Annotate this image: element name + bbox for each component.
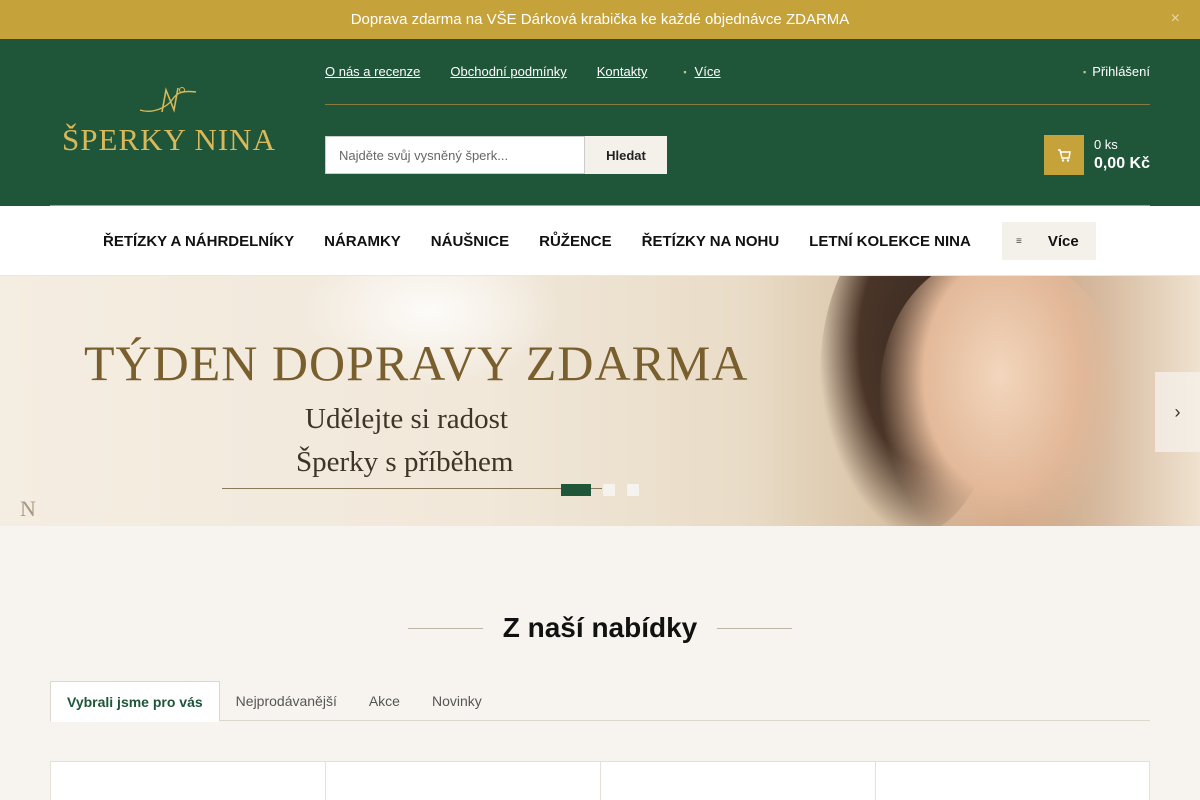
- hero-subtitle-1: Udělejte si radost: [305, 403, 508, 435]
- product-card[interactable]: [325, 761, 600, 800]
- product-tabs: Vybrali jsme pro vás Nejprodávanější Akc…: [50, 681, 1150, 722]
- tab-bestsellers[interactable]: Nejprodávanější: [220, 681, 353, 721]
- nav-item-bracelets[interactable]: NÁRAMKY: [309, 233, 416, 250]
- cart-price: 0,00 Kč: [1093, 155, 1150, 172]
- section-heading: Z naší nabídky: [0, 612, 1200, 644]
- nav-item-chains-necklaces[interactable]: ŘETÍZKY A NÁHRDELNÍKY: [88, 233, 309, 250]
- slider-next-button[interactable]: ›: [1155, 372, 1200, 452]
- chevron-right-icon: ›: [1174, 401, 1181, 422]
- section-title: Z naší nabídky: [502, 612, 698, 643]
- logo-emblem-icon: [139, 87, 197, 113]
- nav-item-summer-collection[interactable]: LETNÍ KOLEKCE NINA: [794, 233, 986, 250]
- login-link[interactable]: ▪ Přihlášení: [1083, 64, 1150, 79]
- hero-monogram: N: [20, 496, 36, 521]
- main-nav: ŘETÍZKY A NÁHRDELNÍKY NÁRAMKY NÁUŠNICE R…: [0, 206, 1200, 276]
- cart[interactable]: 0 ks 0,00 Kč: [1043, 135, 1150, 175]
- hero-title: TÝDEN DOPRAVY ZDARMA: [84, 335, 749, 391]
- tab-new[interactable]: Novinky: [416, 681, 498, 721]
- top-links-more[interactable]: ▪ Více: [683, 64, 720, 79]
- announcement-text: Doprava zdarma na VŠE Dárková krabička k…: [350, 11, 850, 28]
- nav-item-earrings[interactable]: NÁUŠNICE: [416, 233, 524, 250]
- main-nav-items: ŘETÍZKY A NÁHRDELNÍKY NÁRAMKY NÁUŠNICE R…: [88, 206, 986, 276]
- user-icon: ▪: [1082, 66, 1087, 77]
- search-form: Hledat: [325, 136, 667, 174]
- hero-banner[interactable]: TÝDEN DOPRAVY ZDARMA Udělejte si radost …: [0, 276, 1200, 526]
- cart-icon[interactable]: [1043, 135, 1084, 175]
- logo[interactable]: ŠPERKY NINA: [62, 84, 276, 164]
- menu-icon: ≡: [1016, 235, 1022, 247]
- heading-line-right: [717, 627, 793, 629]
- link-more[interactable]: Více: [695, 64, 721, 79]
- cart-qty: 0 ks: [1093, 137, 1118, 152]
- tab-selected-for-you[interactable]: Vybrali jsme pro vás: [50, 681, 220, 722]
- link-contacts[interactable]: Kontakty: [597, 64, 648, 79]
- slider-dot-3[interactable]: [627, 484, 639, 496]
- search-input[interactable]: [325, 136, 585, 174]
- login-label: Přihlášení: [1092, 64, 1150, 79]
- top-links: O nás a recenze Obchodní podmínky Kontak…: [325, 64, 721, 79]
- link-terms[interactable]: Obchodní podmínky: [450, 64, 566, 79]
- hero-subtitle-2: Šperky s příběhem: [296, 446, 514, 478]
- hero-rule: [222, 488, 602, 489]
- heading-line-left: [407, 627, 483, 629]
- close-icon[interactable]: ×: [1171, 10, 1180, 28]
- nav-item-rosaries[interactable]: RŮŽENCE: [524, 233, 627, 250]
- slider-dots: [561, 484, 639, 496]
- site-header: ŠPERKY NINA O nás a recenze Obchodní pod…: [0, 39, 1200, 206]
- nav-more-label: Více: [1047, 232, 1079, 250]
- tab-sale[interactable]: Akce: [353, 681, 416, 721]
- announcement-bar: Doprava zdarma na VŠE Dárková krabička k…: [0, 0, 1200, 39]
- product-card[interactable]: [600, 761, 875, 800]
- cart-summary: 0 ks 0,00 Kč: [1094, 137, 1150, 173]
- logo-text: ŠPERKY NINA: [62, 122, 276, 157]
- search-button[interactable]: Hledat: [585, 136, 667, 174]
- link-about[interactable]: O nás a recenze: [325, 64, 420, 79]
- slider-dot-2[interactable]: [603, 484, 615, 496]
- product-card[interactable]: [50, 761, 325, 800]
- hero-model-face: [880, 276, 1120, 526]
- nav-item-anklets[interactable]: ŘETÍZKY NA NOHU: [627, 233, 795, 250]
- product-grid: [50, 761, 1150, 800]
- header-divider: [325, 104, 1150, 105]
- slider-dot-1[interactable]: [561, 484, 591, 496]
- menu-icon: ▪: [683, 66, 687, 77]
- nav-more-button[interactable]: ≡ Více: [1002, 222, 1096, 260]
- product-card[interactable]: [875, 761, 1150, 800]
